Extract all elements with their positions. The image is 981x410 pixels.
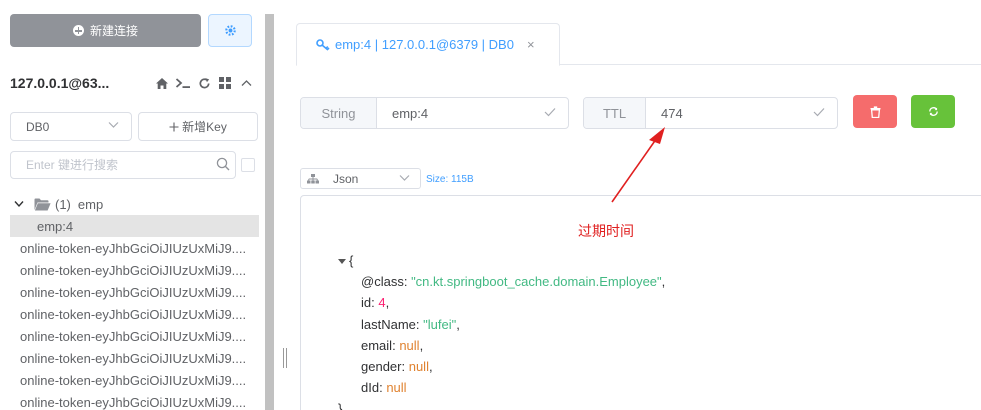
format-select[interactable]: Json	[300, 168, 421, 189]
caret-down-icon[interactable]	[338, 259, 346, 265]
json-key: email	[361, 337, 393, 353]
key-item-selected[interactable]: emp:4	[10, 215, 259, 237]
json-value: 4	[378, 295, 386, 311]
json-key: @class	[361, 274, 404, 290]
sidebar-scrollbar[interactable]	[265, 14, 274, 410]
json-key: dId	[361, 380, 380, 396]
connection-name[interactable]: 127.0.0.1@63...	[10, 75, 109, 91]
delete-key-button[interactable]	[853, 95, 897, 128]
new-key-label: 新增Key	[182, 120, 227, 134]
chevron-down-icon	[399, 175, 410, 181]
json-root-line[interactable]: {	[338, 250, 665, 271]
pane-resize-handle[interactable]	[283, 348, 289, 368]
key-type-label: String	[301, 98, 377, 128]
json-value: null	[386, 380, 407, 396]
json-field: @class: "cn.kt.springboot_cache.domain.E…	[361, 274, 666, 290]
tab-label: emp:4 | 127.0.0.1@6379 | DB0	[335, 37, 514, 52]
refresh-icon[interactable]	[196, 75, 212, 91]
json-close-brace: }	[338, 401, 343, 410]
key-icon	[316, 38, 330, 51]
tab-bar: emp:4 | 127.0.0.1@6379 | DB0 ×	[296, 0, 981, 66]
ttl-annotation: 过期时间	[578, 223, 634, 239]
plus-icon	[169, 122, 179, 131]
new-connection-button[interactable]: 新建连接	[10, 14, 201, 47]
new-connection-label: 新建连接	[89, 24, 138, 38]
json-key: gender	[361, 359, 402, 375]
connection-toolbar	[154, 75, 254, 91]
settings-button[interactable]	[208, 14, 252, 47]
check-icon[interactable]	[813, 107, 825, 117]
key-item[interactable]: online-token-eyJhbGciOiJIUzUxMiJ9....	[10, 281, 259, 303]
key-item[interactable]: online-token-eyJhbGciOiJIUzUxMiJ9....	[10, 347, 259, 369]
key-name-value: emp:4	[392, 105, 429, 121]
json-tree: { @class: "cn.kt.springboot_cache.domain…	[338, 250, 665, 410]
json-field: gender: null,	[361, 359, 433, 375]
refresh-icon	[928, 107, 938, 116]
json-value: "lufei"	[423, 316, 457, 332]
chevron-up-icon[interactable]	[238, 75, 254, 91]
format-tree-icon	[307, 173, 319, 183]
key-item[interactable]: online-token-eyJhbGciOiJIUzUxMiJ9....	[10, 237, 259, 259]
key-name-input[interactable]: emp:4	[377, 98, 568, 128]
format-value: Json	[333, 171, 359, 186]
json-field: id: 4,	[361, 295, 390, 311]
exact-search-checkbox[interactable]	[241, 158, 255, 172]
check-icon[interactable]	[544, 107, 556, 117]
folder-key-count: (1)	[55, 196, 71, 212]
key-item[interactable]: online-token-eyJhbGciOiJIUzUxMiJ9....	[10, 369, 259, 391]
gear-icon	[224, 25, 236, 36]
folder-name: emp	[77, 196, 104, 212]
tab-close-icon[interactable]: ×	[527, 37, 535, 52]
tab-key-emp4[interactable]: emp:4 | 127.0.0.1@6379 | DB0 ×	[296, 23, 560, 66]
key-item[interactable]: online-token-eyJhbGciOiJIUzUxMiJ9....	[10, 391, 259, 410]
key-item[interactable]: online-token-eyJhbGciOiJIUzUxMiJ9....	[10, 325, 259, 347]
ttl-value: 474	[661, 105, 683, 121]
home-icon[interactable]	[154, 75, 170, 91]
json-field: lastName: "lufei",	[361, 316, 460, 332]
json-value: "cn.kt.springboot_cache.domain.Employee"	[411, 274, 662, 290]
json-field: email: null,	[361, 337, 424, 353]
json-value: null	[408, 359, 429, 375]
chevron-down-icon	[108, 122, 119, 128]
ttl-input[interactable]: 474	[646, 98, 837, 128]
db-select[interactable]: DB0	[10, 112, 132, 141]
plus-circle-icon	[72, 25, 84, 36]
json-key: lastName	[361, 316, 416, 332]
sidebar: 新建连接 127.0.0.1@63... DB0 新增Key Enter 键进行…	[0, 0, 274, 410]
key-search-input[interactable]	[10, 151, 236, 179]
key-list: online-token-eyJhbGciOiJIUzUxMiJ9.... onl…	[10, 237, 259, 410]
trash-icon	[870, 105, 880, 118]
key-name-group: String emp:4	[300, 97, 569, 129]
ttl-label: TTL	[584, 98, 646, 128]
terminal-icon[interactable]	[175, 75, 191, 91]
json-open-brace: {	[349, 253, 354, 268]
new-key-button[interactable]: 新增Key	[138, 112, 258, 141]
json-value: null	[399, 337, 420, 353]
json-fields: @class: "cn.kt.springboot_cache.domain.E…	[338, 271, 665, 398]
key-item[interactable]: online-token-eyJhbGciOiJIUzUxMiJ9....	[10, 303, 259, 325]
scrollbar-thumb[interactable]	[265, 14, 274, 410]
json-field: dId: null	[361, 380, 407, 396]
search-icon[interactable]	[216, 157, 230, 171]
grid-icon[interactable]	[217, 75, 233, 91]
refresh-key-button[interactable]	[911, 95, 955, 128]
tree-folder[interactable]: (1) emp	[10, 193, 259, 215]
ttl-group: TTL 474	[583, 97, 838, 129]
key-tree: (1) emp emp:4 online-token-eyJhbGciOiJIU…	[10, 193, 259, 410]
key-item[interactable]: online-token-eyJhbGciOiJIUzUxMiJ9....	[10, 259, 259, 281]
json-key: id	[361, 295, 372, 311]
chevron-down-icon	[14, 201, 24, 208]
folder-open-icon	[34, 198, 51, 210]
db-select-value: DB0	[26, 119, 50, 134]
json-close-line: }	[338, 398, 665, 410]
value-size-label: Size: 115B	[426, 174, 474, 185]
